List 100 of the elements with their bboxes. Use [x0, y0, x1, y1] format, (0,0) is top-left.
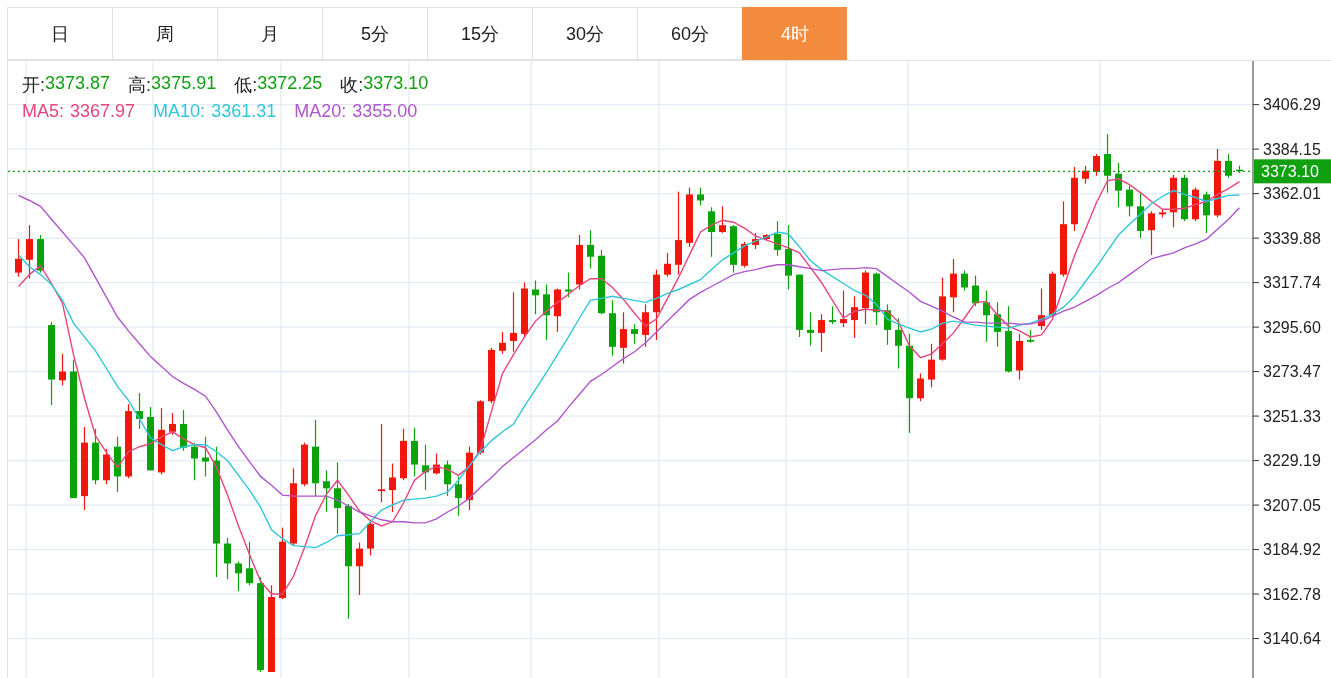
candlestick — [829, 305, 836, 325]
candlestick — [26, 224, 33, 280]
period-tab[interactable]: 月 — [217, 7, 322, 60]
candlestick — [642, 303, 649, 348]
period-tab[interactable]: 周 — [112, 7, 217, 60]
period-tab[interactable]: 日 — [7, 7, 112, 60]
candlestick — [1181, 174, 1188, 222]
moving-average-label: MA20: — [294, 101, 347, 122]
candlestick — [1104, 133, 1111, 194]
moving-average-value: 3367.97 — [70, 101, 136, 122]
candlestick — [1236, 165, 1243, 174]
candlestick — [37, 234, 44, 274]
candlestick — [653, 269, 660, 341]
price-tick-label: 3317.74 — [1263, 274, 1321, 292]
candlestick — [807, 311, 814, 347]
candlestick — [180, 409, 187, 452]
price-field-value: 3372.25 — [257, 72, 323, 95]
candlestick — [708, 206, 715, 258]
candlestick — [983, 289, 990, 343]
period-tab[interactable]: 60分 — [637, 7, 742, 60]
price-tick-label: 3184.92 — [1263, 541, 1321, 559]
candlestick — [1159, 208, 1166, 218]
candlestick — [114, 436, 121, 493]
candlestick — [1016, 333, 1023, 381]
candlestick — [1049, 271, 1056, 317]
candlestick — [609, 299, 616, 357]
moving-average-label: MA10: — [153, 101, 206, 122]
candlestick — [741, 241, 748, 269]
candlestick — [620, 311, 627, 365]
candlestick — [169, 412, 176, 436]
candlestick — [928, 343, 935, 388]
candlestick — [664, 252, 671, 278]
candlestick — [1214, 148, 1221, 218]
candlestick — [873, 272, 880, 326]
candlestick — [466, 446, 473, 511]
moving-average-value: 3355.00 — [352, 101, 418, 122]
candlestick — [785, 224, 792, 291]
candlestick — [1027, 329, 1034, 344]
price-tick-label: 3339.88 — [1263, 229, 1321, 247]
moving-average-value: 3361.31 — [211, 101, 277, 122]
candlestick — [598, 249, 605, 315]
candlestick — [917, 372, 924, 402]
candlestick — [235, 560, 242, 592]
candlestick — [488, 347, 495, 404]
candlestick — [686, 187, 693, 248]
candlestick — [59, 353, 66, 386]
candlestick — [224, 537, 231, 580]
price-tick-label: 3207.05 — [1263, 496, 1321, 514]
candlestick — [1225, 153, 1232, 179]
candlestick — [1071, 166, 1078, 232]
candlestick — [136, 392, 143, 430]
candlestick — [884, 303, 891, 346]
candlestick — [246, 541, 253, 586]
candlestick — [510, 291, 517, 353]
price-tick-label: 3406.29 — [1263, 96, 1321, 114]
period-tab[interactable]: 15分 — [427, 7, 532, 60]
price-field-value: 3375.91 — [151, 72, 217, 95]
candlestick — [950, 258, 957, 313]
candlestick — [1115, 162, 1122, 208]
candlestick — [1137, 193, 1144, 239]
price-tick-label: 3251.33 — [1263, 407, 1321, 425]
candlestick — [389, 462, 396, 513]
price-tick-label: 3162.78 — [1263, 585, 1321, 603]
period-tab[interactable]: 30分 — [532, 7, 637, 60]
price-tick-label: 3140.64 — [1263, 630, 1321, 648]
candlestick — [422, 444, 429, 491]
period-tab[interactable]: 5分 — [322, 7, 427, 60]
price-field-label: 收: — [340, 73, 364, 97]
candlestick — [862, 270, 869, 325]
candlestick — [1148, 210, 1155, 256]
candlestick — [499, 331, 506, 355]
candlestick — [301, 442, 308, 487]
candlestick — [697, 187, 704, 207]
candlestick — [147, 406, 154, 471]
candlestick — [763, 233, 770, 241]
candlestick — [367, 521, 374, 556]
candlestick — [774, 220, 781, 257]
candlestick — [554, 287, 561, 333]
ref-line-label: 3373.10 — [1261, 163, 1319, 181]
candlestick — [719, 205, 726, 234]
candlestick — [1192, 187, 1199, 222]
candlestick — [191, 442, 198, 481]
candlestick — [818, 313, 825, 353]
price-field-value: 3373.10 — [363, 72, 429, 95]
candlestick — [961, 270, 968, 292]
candlestick — [895, 317, 902, 370]
candlestick — [400, 428, 407, 481]
candlestick — [1005, 305, 1012, 374]
candlestick — [730, 224, 737, 274]
candlestick — [202, 436, 209, 478]
candlestick — [433, 452, 440, 475]
price-field-label: 高: — [128, 73, 152, 97]
candlestick — [477, 399, 484, 456]
current-price-badge: 3373.10 — [1254, 159, 1331, 184]
candlestick — [565, 272, 572, 298]
candlestick — [455, 475, 462, 517]
candlestick — [103, 448, 110, 485]
candlestick — [796, 274, 803, 338]
candlestick — [521, 281, 528, 339]
price-field-label: 开: — [22, 73, 45, 97]
